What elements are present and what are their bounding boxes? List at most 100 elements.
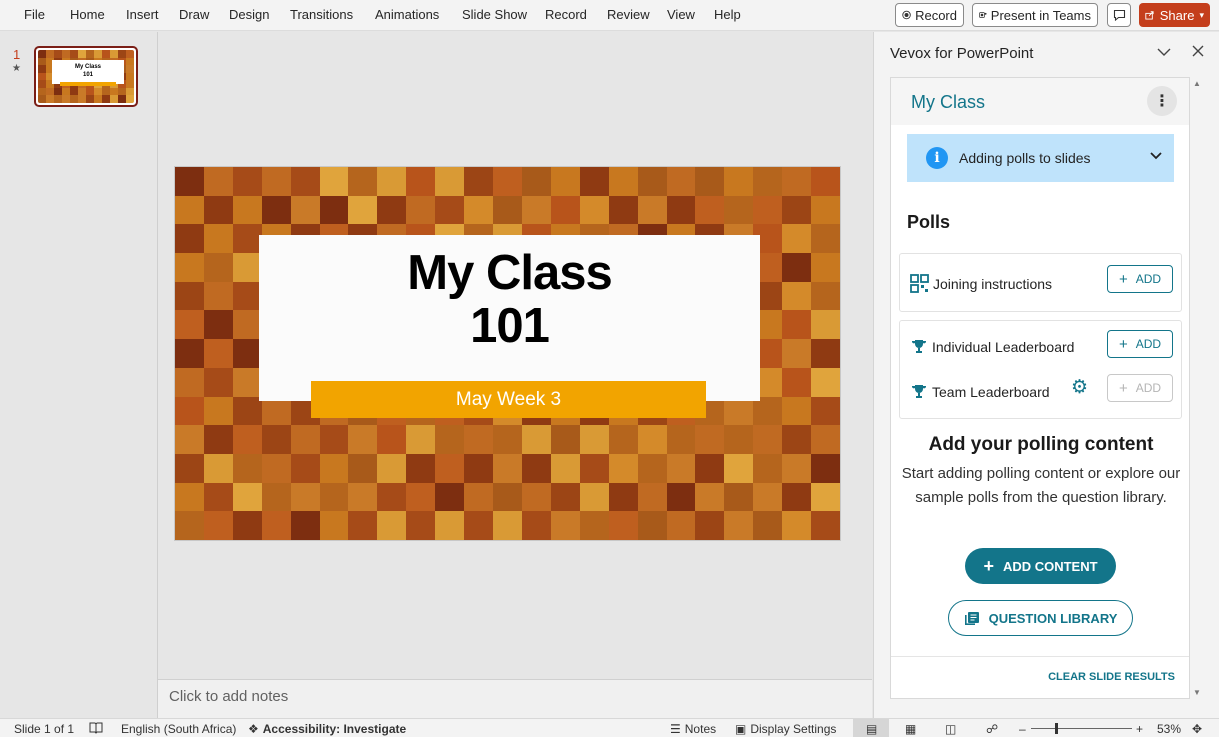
menu-insert[interactable]: Insert bbox=[126, 7, 159, 22]
mosaic-tile bbox=[348, 482, 378, 512]
accessibility-checker[interactable]: ❖ Accessibility: Investigate bbox=[248, 722, 406, 736]
slide-canvas[interactable]: My Class 101 May Week 3 bbox=[174, 166, 841, 541]
mosaic-tile bbox=[811, 167, 840, 196]
present-in-teams-label: Present in Teams bbox=[990, 7, 1091, 23]
mosaic-tile bbox=[377, 482, 407, 512]
menu-review[interactable]: Review bbox=[607, 7, 650, 22]
record-button[interactable]: Record bbox=[895, 3, 964, 27]
notes-pane[interactable]: Click to add notes bbox=[158, 679, 872, 718]
menu-transitions[interactable]: Transitions bbox=[290, 7, 353, 22]
mosaic-tile bbox=[175, 367, 204, 397]
mosaic-tile bbox=[811, 224, 840, 254]
question-library-button[interactable]: QUESTION LIBRARY bbox=[948, 600, 1133, 636]
slide-thumbnail[interactable]: My Class 101 bbox=[34, 46, 138, 107]
title-card[interactable]: My Class 101 bbox=[259, 235, 760, 401]
mosaic-tile bbox=[261, 453, 291, 483]
mosaic-tile bbox=[493, 425, 522, 454]
mosaic-tile bbox=[348, 195, 378, 225]
accessibility-icon: ❖ bbox=[248, 722, 259, 736]
mosaic-tile bbox=[464, 511, 494, 540]
mosaic-tile bbox=[666, 453, 696, 483]
present-in-teams-button[interactable]: Present in Teams bbox=[972, 3, 1098, 27]
zoom-slider-thumb[interactable] bbox=[1055, 723, 1058, 734]
info-icon: i bbox=[926, 147, 948, 169]
slide-sorter-icon[interactable]: ▦ bbox=[905, 722, 916, 736]
mosaic-tile bbox=[406, 425, 436, 454]
slide-count[interactable]: Slide 1 of 1 bbox=[14, 722, 74, 736]
mosaic-tile bbox=[70, 87, 78, 96]
mosaic-tile bbox=[435, 482, 465, 512]
mosaic-tile bbox=[724, 425, 754, 454]
scroll-down-icon[interactable]: ▼ bbox=[1193, 688, 1201, 697]
share-button[interactable]: Share ▾ bbox=[1139, 3, 1210, 27]
mosaic-tile bbox=[203, 281, 233, 311]
clear-slide-results-link[interactable]: CLEAR SLIDE RESULTS bbox=[1048, 671, 1175, 683]
slideshow-icon[interactable]: ☍ bbox=[986, 722, 998, 736]
zoom-slider[interactable] bbox=[1031, 728, 1132, 729]
zoom-level[interactable]: 53% bbox=[1157, 722, 1181, 736]
teams-icon bbox=[979, 12, 987, 18]
menu-file[interactable]: File bbox=[24, 7, 45, 22]
individual-leaderboard-row: Individual Leaderboard bbox=[910, 338, 1074, 356]
mosaic-tile bbox=[493, 167, 522, 196]
fit-to-window-icon[interactable]: ✥ bbox=[1192, 722, 1202, 736]
menu-home[interactable]: Home bbox=[70, 7, 105, 22]
mosaic-tile bbox=[637, 453, 667, 483]
mosaic-tile bbox=[666, 425, 696, 454]
mosaic-tile bbox=[637, 511, 667, 540]
task-pane-close-icon[interactable] bbox=[1192, 44, 1204, 61]
library-icon bbox=[964, 611, 979, 625]
mosaic-tile bbox=[38, 95, 46, 103]
add-joining-instructions-button[interactable]: + ADD bbox=[1107, 265, 1173, 293]
mosaic-tile bbox=[464, 482, 494, 512]
mosaic-tile bbox=[435, 453, 465, 483]
mosaic-tile bbox=[232, 310, 262, 340]
mosaic-tile bbox=[550, 195, 580, 225]
task-pane-scrollbar[interactable]: ▲ ▼ bbox=[1192, 77, 1204, 699]
mosaic-tile bbox=[753, 482, 783, 512]
trophy-icon bbox=[912, 385, 926, 398]
add-individual-leaderboard-button[interactable]: + ADD bbox=[1107, 330, 1173, 358]
team-leaderboard-row: Team Leaderboard bbox=[910, 383, 1050, 401]
mosaic-tile bbox=[521, 453, 551, 483]
mosaic-tile bbox=[608, 482, 638, 512]
display-settings-button[interactable]: ▣ Display Settings bbox=[735, 722, 836, 736]
mosaic-tile bbox=[464, 195, 494, 225]
mosaic-tile bbox=[782, 482, 812, 512]
mosaic-tile bbox=[175, 396, 204, 426]
mosaic-tile bbox=[348, 453, 378, 483]
mosaic-tile bbox=[811, 425, 840, 454]
mosaic-tile bbox=[579, 425, 609, 454]
menu-animations[interactable]: Animations bbox=[375, 7, 439, 22]
team-settings-gear-icon[interactable]: ⚙ bbox=[1071, 376, 1088, 399]
menu-view[interactable]: View bbox=[667, 7, 695, 22]
menu-slide-show[interactable]: Slide Show bbox=[462, 7, 527, 22]
mosaic-tile bbox=[110, 95, 118, 103]
menu-help[interactable]: Help bbox=[714, 7, 741, 22]
menu-record[interactable]: Record bbox=[545, 7, 587, 22]
notes-toggle[interactable]: ☰ Notes bbox=[670, 722, 716, 736]
reading-view-icon[interactable]: ◫ bbox=[945, 722, 956, 736]
menu-design[interactable]: Design bbox=[229, 7, 269, 22]
display-settings-label: Display Settings bbox=[750, 722, 837, 736]
mosaic-tile bbox=[811, 367, 840, 397]
comments-button[interactable] bbox=[1107, 3, 1131, 27]
language-indicator[interactable]: English (South Africa) bbox=[121, 722, 236, 736]
slide-subtitle[interactable]: May Week 3 bbox=[311, 381, 706, 418]
add-content-button[interactable]: + ADD CONTENT bbox=[965, 548, 1116, 584]
menu-draw[interactable]: Draw bbox=[179, 7, 209, 22]
more-options-icon[interactable]: ⋮ bbox=[1147, 86, 1177, 116]
scroll-up-icon[interactable]: ▲ bbox=[1193, 79, 1201, 88]
mosaic-tile bbox=[203, 396, 233, 426]
spelling-check-icon[interactable] bbox=[89, 722, 103, 734]
mosaic-tile bbox=[46, 50, 54, 58]
mosaic-tile bbox=[290, 167, 320, 196]
task-pane-title: Vevox for PowerPoint bbox=[890, 45, 1034, 62]
info-accordion[interactable]: i Adding polls to slides bbox=[907, 134, 1174, 182]
task-pane-chevron-down-icon[interactable] bbox=[1157, 44, 1171, 61]
zoom-in-icon[interactable]: + bbox=[1136, 722, 1143, 736]
mosaic-tile bbox=[175, 453, 204, 483]
mosaic-tile bbox=[126, 50, 134, 58]
zoom-out-icon[interactable]: – bbox=[1019, 722, 1026, 736]
add-team-leaderboard-button[interactable]: + ADD bbox=[1107, 374, 1173, 402]
